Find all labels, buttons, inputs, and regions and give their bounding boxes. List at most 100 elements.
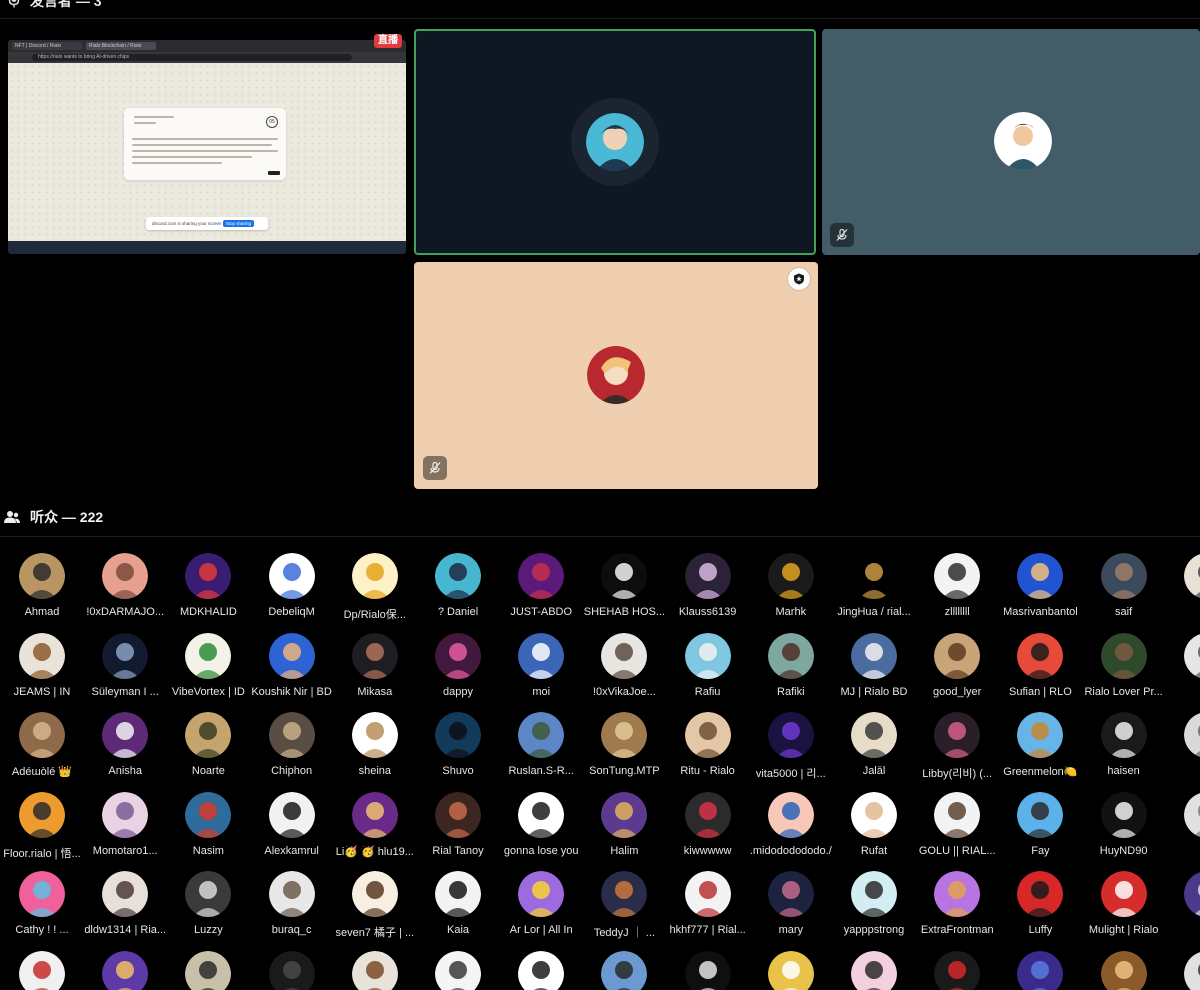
audience-member[interactable]: dappy: [416, 632, 500, 703]
audience-member[interactable]: JUST-ABDO: [499, 553, 583, 623]
speaker-tile[interactable]: [822, 29, 1200, 255]
audience-member[interactable]: sheina: [333, 712, 417, 782]
audience-member[interactable]: [250, 951, 334, 990]
audience-member[interactable]: Rafiu: [666, 632, 750, 703]
audience-member[interactable]: Floor.rialo | 悟...: [0, 791, 84, 862]
audience-member[interactable]: Masrivanbantol: [998, 553, 1082, 623]
audience-member[interactable]: Greenmelon🍋: [998, 712, 1082, 782]
audience-member[interactable]: Mikasa: [333, 632, 417, 703]
audience-member[interactable]: Rafiki: [749, 632, 833, 703]
audience-member[interactable]: gonna lose you: [499, 791, 583, 862]
audience-member[interactable]: Marhk: [749, 553, 833, 623]
audience-member[interactable]: [832, 951, 916, 990]
speaker-tile[interactable]: [414, 29, 816, 255]
audience-member[interactable]: Sufian | RLO: [998, 632, 1082, 703]
audience-member[interactable]: Chiphon: [250, 712, 334, 782]
audience-member[interactable]: Ahmad: [0, 553, 84, 623]
audience-member[interactable]: saif: [1082, 553, 1166, 623]
stop-sharing-button[interactable]: Stop sharing: [222, 220, 254, 227]
audience-member[interactable]: Noarte: [166, 712, 250, 782]
audience-member[interactable]: DebeliqM: [250, 553, 334, 623]
audience-member[interactable]: SonTung.MTP: [582, 712, 666, 782]
audience-member[interactable]: [416, 951, 500, 990]
audience-member[interactable]: hkhf777 | Rial...: [666, 871, 750, 941]
audience-member[interactable]: [83, 951, 167, 990]
audience-member[interactable]: Jalāl: [832, 712, 916, 782]
audience-member[interactable]: Libby(리비) (...: [915, 712, 999, 782]
audience-member[interactable]: vita5000 | 리...: [749, 712, 833, 782]
audience-member[interactable]: MDKHALID: [166, 553, 250, 623]
people-icon: [4, 511, 20, 523]
audience-member[interactable]: .midododododo./: [749, 791, 833, 862]
audience-member[interactable]: Ruslan.S-R...: [499, 712, 583, 782]
audience-member[interactable]: kiwwwww: [666, 791, 750, 862]
audience-member[interactable]: JingHua / rial...: [832, 553, 916, 623]
browser-address-bar: https://rialo wants to bring AI-driven c…: [8, 52, 406, 63]
audience-member[interactable]: Süleyman I ...: [83, 632, 167, 703]
screen-share-tile[interactable]: NFT | Discord / Rialo Rialo Blockchain /…: [8, 40, 406, 254]
audience-member[interactable]: [166, 951, 250, 990]
audience-member[interactable]: [499, 951, 583, 990]
speaker-tile[interactable]: [414, 262, 818, 489]
audience-member[interactable]: Ritu - Rialo: [666, 712, 750, 782]
audience-member[interactable]: !0xDARMAJO...: [83, 553, 167, 623]
audience-member[interactable]: [749, 951, 833, 990]
audience-member[interactable]: [666, 951, 750, 990]
audience-member[interactable]: K: [1165, 553, 1200, 623]
audience-member[interactable]: mary: [749, 871, 833, 941]
audience-member[interactable]: Alexkamrul: [250, 791, 334, 862]
audience-member[interactable]: Rufat: [832, 791, 916, 862]
audience-member[interactable]: GOLU || RIAL...: [915, 791, 999, 862]
audience-member[interactable]: Rialo Lover Pr...: [1082, 632, 1166, 703]
audience-member[interactable]: SHEHAB HOS...: [582, 553, 666, 623]
audience-member[interactable]: A: [1165, 633, 1200, 703]
audience-member[interactable]: g: [1165, 712, 1200, 782]
audience-member[interactable]: Momotaro1...: [83, 791, 167, 862]
audience-member[interactable]: Halim: [582, 791, 666, 862]
audience-member[interactable]: Shuvo: [416, 712, 500, 782]
audience-member[interactable]: [1082, 951, 1166, 990]
audience-member[interactable]: Adéɯòlé 👑: [0, 712, 84, 782]
audience-member-name: g: [1157, 765, 1200, 777]
audience-member[interactable]: ExtraFrontman: [915, 871, 999, 941]
audience-member[interactable]: Klauss6139: [666, 553, 750, 623]
audience-member[interactable]: Koushik Nir | BD: [250, 632, 334, 703]
audience-member[interactable]: yapppstrong: [832, 871, 916, 941]
audience-member[interactable]: Dp/Rialo保...: [333, 553, 417, 623]
avatar: [351, 712, 398, 759]
audience-member[interactable]: Anisha: [83, 712, 167, 782]
audience-member[interactable]: [333, 951, 417, 990]
audience-member[interactable]: [582, 951, 666, 990]
audience-member[interactable]: ill: [1165, 792, 1200, 862]
audience-member[interactable]: seven7 橘子 | ...: [333, 871, 417, 941]
audience-member[interactable]: dldw1314 | Ria...: [83, 871, 167, 941]
audience-member[interactable]: Mulight | Rialo: [1082, 871, 1166, 941]
audience-member[interactable]: !0xVikaJoe...: [582, 632, 666, 703]
audience-member[interactable]: Fay: [998, 791, 1082, 862]
audience-member[interactable]: Kir: [1165, 871, 1200, 941]
audience-member[interactable]: [998, 951, 1082, 990]
audience-member[interactable]: Cathy ! ! ...: [0, 871, 84, 941]
audience-member[interactable]: MJ | Rialo BD: [832, 632, 916, 703]
audience-member[interactable]: HuyND90: [1082, 791, 1166, 862]
audience-member[interactable]: Li🥳 🥳 hlu19...: [333, 791, 417, 862]
audience-member[interactable]: [915, 951, 999, 990]
audience-member[interactable]: Ar Lor | All In: [499, 871, 583, 941]
audience-member[interactable]: buraq_c: [250, 871, 334, 941]
audience-member[interactable]: ? Daniel: [416, 553, 500, 623]
audience-member[interactable]: Luzzy: [166, 871, 250, 941]
audience-member[interactable]: [0, 951, 84, 990]
audience-member[interactable]: zllllllll: [915, 553, 999, 623]
audience-member[interactable]: [1165, 951, 1200, 990]
audience-member[interactable]: Kaia: [416, 871, 500, 941]
audience-member[interactable]: TeddyJ ｜ ...: [582, 871, 666, 941]
audience-member[interactable]: Rial Tanoy: [416, 791, 500, 862]
audience-member[interactable]: good_lyer: [915, 632, 999, 703]
audience-member[interactable]: VibeVortex | ID: [166, 632, 250, 703]
audience-member[interactable]: Luffy: [998, 871, 1082, 941]
audience-member[interactable]: JEAMS | IN: [0, 632, 84, 703]
audience-member[interactable]: moi: [499, 632, 583, 703]
avatar: [767, 632, 814, 679]
audience-member[interactable]: haisen: [1082, 712, 1166, 782]
audience-member[interactable]: Nasim: [166, 791, 250, 862]
